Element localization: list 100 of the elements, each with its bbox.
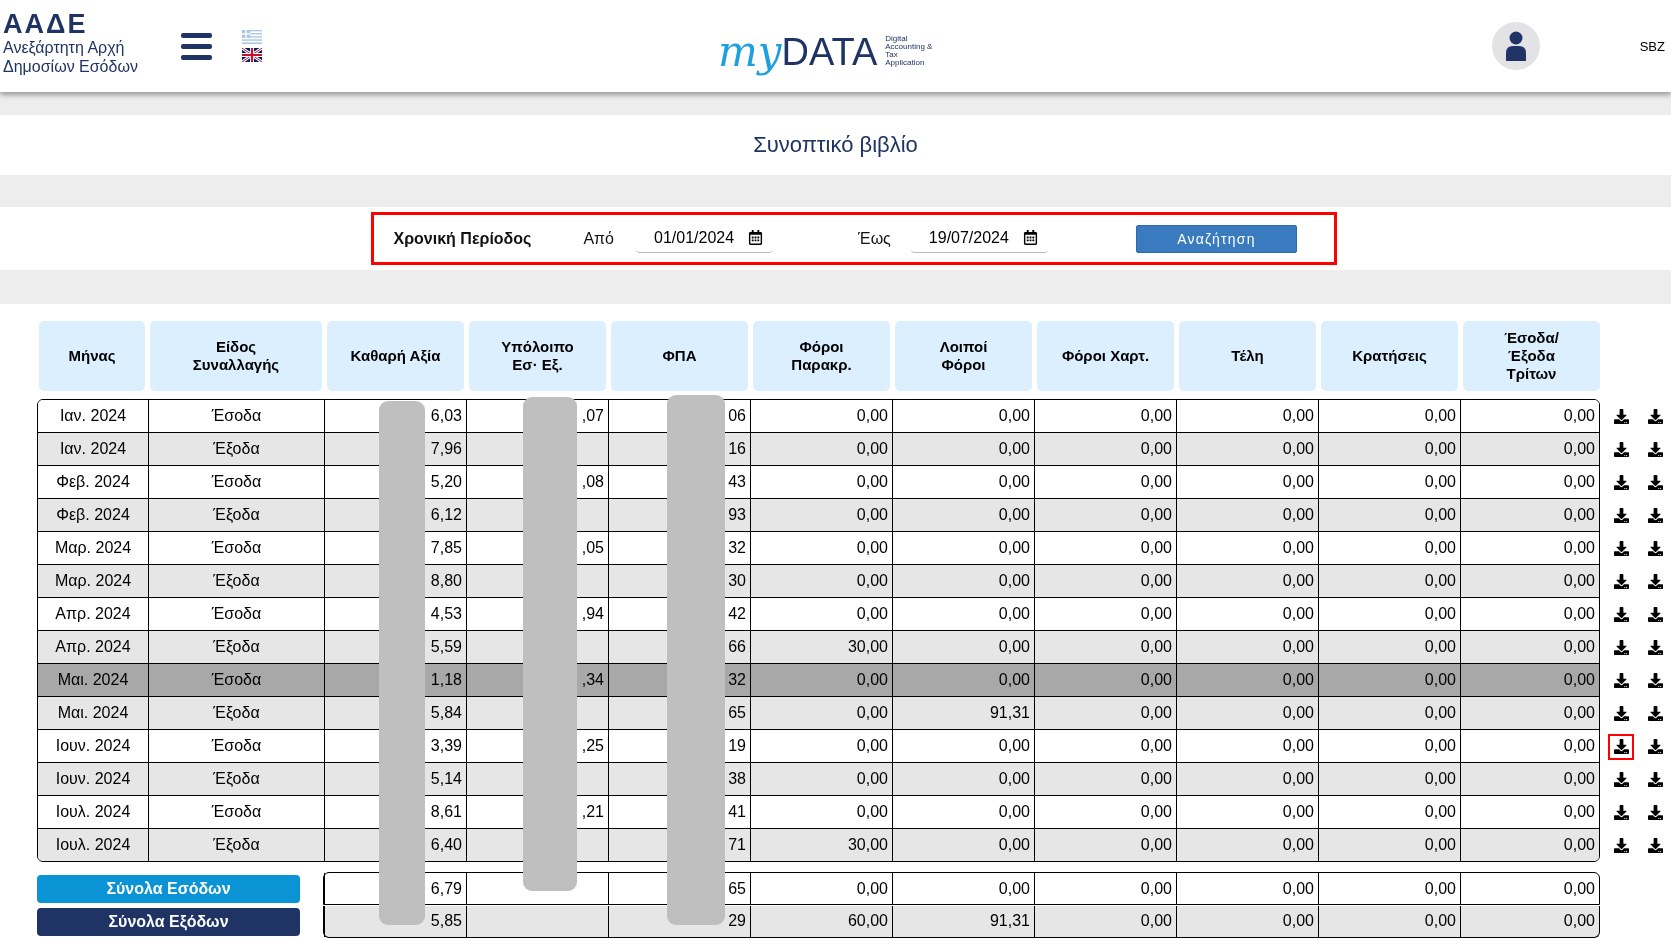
table-cell: ,94 <box>581 605 604 623</box>
table-cell: Έσοδα <box>211 671 262 689</box>
table-cell: 5,20 <box>430 473 462 491</box>
from-date-field[interactable]: 01/01/2024 <box>636 224 774 253</box>
table-cell: 0,00 <box>1140 605 1172 623</box>
column-header: ΦΠΑ <box>611 321 748 391</box>
table-cell: 1,18 <box>430 671 462 689</box>
table-cell: 0,00 <box>1424 803 1456 821</box>
table-cell: 0,00 <box>1140 539 1172 557</box>
table-cell: 0,00 <box>1140 506 1172 524</box>
table-cell: Έσοδα <box>211 737 262 755</box>
table-cell: 0,00 <box>1140 440 1172 458</box>
table-row[interactable]: Ιουλ. 2024 Έσοδα 8,61 ,21 41 0,00 0,00 0,00 0,00 0,00 0,00 <box>38 795 1599 828</box>
table-row[interactable]: Φεβ. 2024 Έσοδα 5,20 ,08 43 0,00 0,00 0,00 0,00 0,00 0,00 <box>38 465 1599 498</box>
table-cell: 0,00 <box>1563 407 1595 425</box>
table-cell: 65 <box>728 879 746 898</box>
table-cell: 38 <box>728 770 746 788</box>
table-cell: 0,00 <box>1424 912 1456 930</box>
menu-icon[interactable] <box>181 32 212 60</box>
filter-label: Χρονική Περίοδος <box>393 229 532 248</box>
table-cell: Έξοδα <box>213 572 260 590</box>
table-cell: 0,00 <box>1424 605 1456 623</box>
to-date-field[interactable]: 19/07/2024 <box>910 224 1048 253</box>
table-cell: 0,00 <box>1140 836 1172 854</box>
table-row[interactable]: Φεβ. 2024 Έξοδα 6,12 93 0,00 0,00 0,00 0,00 0,00 0,00 <box>38 498 1599 531</box>
table-cell: 0,00 <box>1282 572 1314 590</box>
table-cell: 0,00 <box>1140 671 1172 689</box>
table-cell: Ιουν. 2024 <box>55 770 131 788</box>
table-cell: 0,00 <box>1424 638 1456 656</box>
table-cell: 42 <box>728 605 746 623</box>
table-cell: 0,00 <box>998 770 1030 788</box>
table-row[interactable]: Απρ. 2024 Έξοδα 5,59 66 30,00 0,00 0,00 0,00 0,00 0,00 <box>38 630 1599 663</box>
table-cell: 0,00 <box>1563 770 1595 788</box>
table-cell: 19 <box>728 737 746 755</box>
column-header: Φόροι Χαρτ. <box>1037 321 1174 391</box>
table-cell: 43 <box>728 473 746 491</box>
table-cell: 41 <box>728 803 746 821</box>
table-row[interactable]: Ιουν. 2024 Έξοδα 5,14 38 0,00 0,00 0,00 0,00 0,00 0,00 <box>38 762 1599 795</box>
table-cell: 0,00 <box>1282 605 1314 623</box>
table-cell: 65 <box>728 704 746 722</box>
table-cell: 0,00 <box>1140 737 1172 755</box>
logo-text: Ανεξάρτητη Αρχή <box>3 38 126 57</box>
table-cell: 0,00 <box>856 407 888 425</box>
table-cell: 30,00 <box>847 836 888 854</box>
table-cell: 0,00 <box>1282 803 1314 821</box>
table-cell: 0,00 <box>998 407 1030 425</box>
table-cell: 5,84 <box>430 704 462 722</box>
table-cell: Απρ. 2024 <box>55 605 131 623</box>
table-cell: 0,00 <box>1424 506 1456 524</box>
table-cell: 30 <box>728 572 746 590</box>
table-cell: 7,85 <box>430 539 462 557</box>
table-cell: 06 <box>728 407 746 425</box>
column-header: Κρατήσεις <box>1321 321 1458 391</box>
table-row[interactable]: Απρ. 2024 Έσοδα 4,53 ,94 42 0,00 0,00 0,00 0,00 0,00 0,00 <box>38 597 1599 630</box>
table-cell: 16 <box>728 440 746 458</box>
table-cell: Έσοδα <box>211 407 262 425</box>
calendar-icon[interactable] <box>748 230 764 245</box>
calendar-icon[interactable] <box>1022 230 1038 245</box>
table-row[interactable]: Ιουλ. 2024 Έξοδα 6,40 71 30,00 0,00 0,00 0,00 0,00 0,00 <box>38 828 1599 861</box>
table-cell: Μαρ. 2024 <box>54 572 132 590</box>
table-cell: 0,00 <box>1424 473 1456 491</box>
table-cell: 0,00 <box>1282 638 1314 656</box>
table-row[interactable]: Μαι. 2024 Έξοδα 5,84 65 0,00 91,31 0,00 0,00 0,00 0,00 <box>38 696 1599 729</box>
table-cell: 0,00 <box>1424 737 1456 755</box>
to-label: Έως <box>858 229 891 248</box>
table-cell: 66 <box>728 638 746 656</box>
table-cell: 0,00 <box>856 737 888 755</box>
page-title: Συνοπτικό βιβλίο <box>753 132 918 158</box>
user-avatar[interactable] <box>1491 22 1540 70</box>
table-cell: 6,12 <box>430 506 462 524</box>
table-cell: 0,00 <box>1282 737 1314 755</box>
table-cell: 0,00 <box>856 572 888 590</box>
table-cell: 0,00 <box>1424 704 1456 722</box>
column-header: Φόροι Παρακρ. <box>753 321 890 391</box>
table-cell: Ιουλ. 2024 <box>55 836 131 854</box>
table-row[interactable]: Μαρ. 2024 Έσοδα 7,85 ,05 32 0,00 0,00 0,00 0,00 0,00 0,00 <box>38 531 1599 564</box>
app-logo-script: my <box>718 30 782 74</box>
table-cell: Έξοδα <box>213 704 260 722</box>
table-row[interactable]: Ιαν. 2024 Έξοδα 7,96 16 0,00 0,00 0,00 0,00 0,00 0,00 <box>38 432 1599 465</box>
table-cell: 0,00 <box>1563 704 1595 722</box>
table-row[interactable]: Ιαν. 2024 Έσοδα 6,03 ,07 06 0,00 0,00 0,00 0,00 0,00 0,00 <box>38 400 1599 432</box>
table-cell: 29 <box>728 912 746 930</box>
table-cell: 0,00 <box>1563 836 1595 854</box>
table-row[interactable]: Μαι. 2024 Έσοδα 1,18 ,34 32 0,00 0,00 0,00 0,00 0,00 0,00 <box>38 663 1599 696</box>
table-cell: Έξοδα <box>213 440 260 458</box>
table-cell: 0,00 <box>1140 704 1172 722</box>
table-cell: 0,00 <box>1282 506 1314 524</box>
table-cell: 91,31 <box>989 704 1030 722</box>
table-cell: 0,00 <box>856 704 888 722</box>
search-button[interactable]: Αναζήτηση <box>1135 224 1297 253</box>
table-cell: 6,03 <box>430 407 462 425</box>
user-name: SBZ <box>1639 38 1665 54</box>
table-cell: 0,00 <box>998 803 1030 821</box>
table-row[interactable]: Ιουν. 2024 Έσοδα 3,39 ,25 19 0,00 0,00 0,00 0,00 0,00 0,00 <box>38 729 1599 762</box>
person-icon <box>1504 31 1527 61</box>
uk-flag-icon[interactable] <box>242 48 262 62</box>
table-cell: 0,00 <box>1563 912 1595 930</box>
table-cell: 0,00 <box>1140 879 1172 898</box>
table-row[interactable]: Μαρ. 2024 Έξοδα 8,80 30 0,00 0,00 0,00 0,00 0,00 0,00 <box>38 564 1599 597</box>
download-icon[interactable] <box>1608 733 1634 760</box>
